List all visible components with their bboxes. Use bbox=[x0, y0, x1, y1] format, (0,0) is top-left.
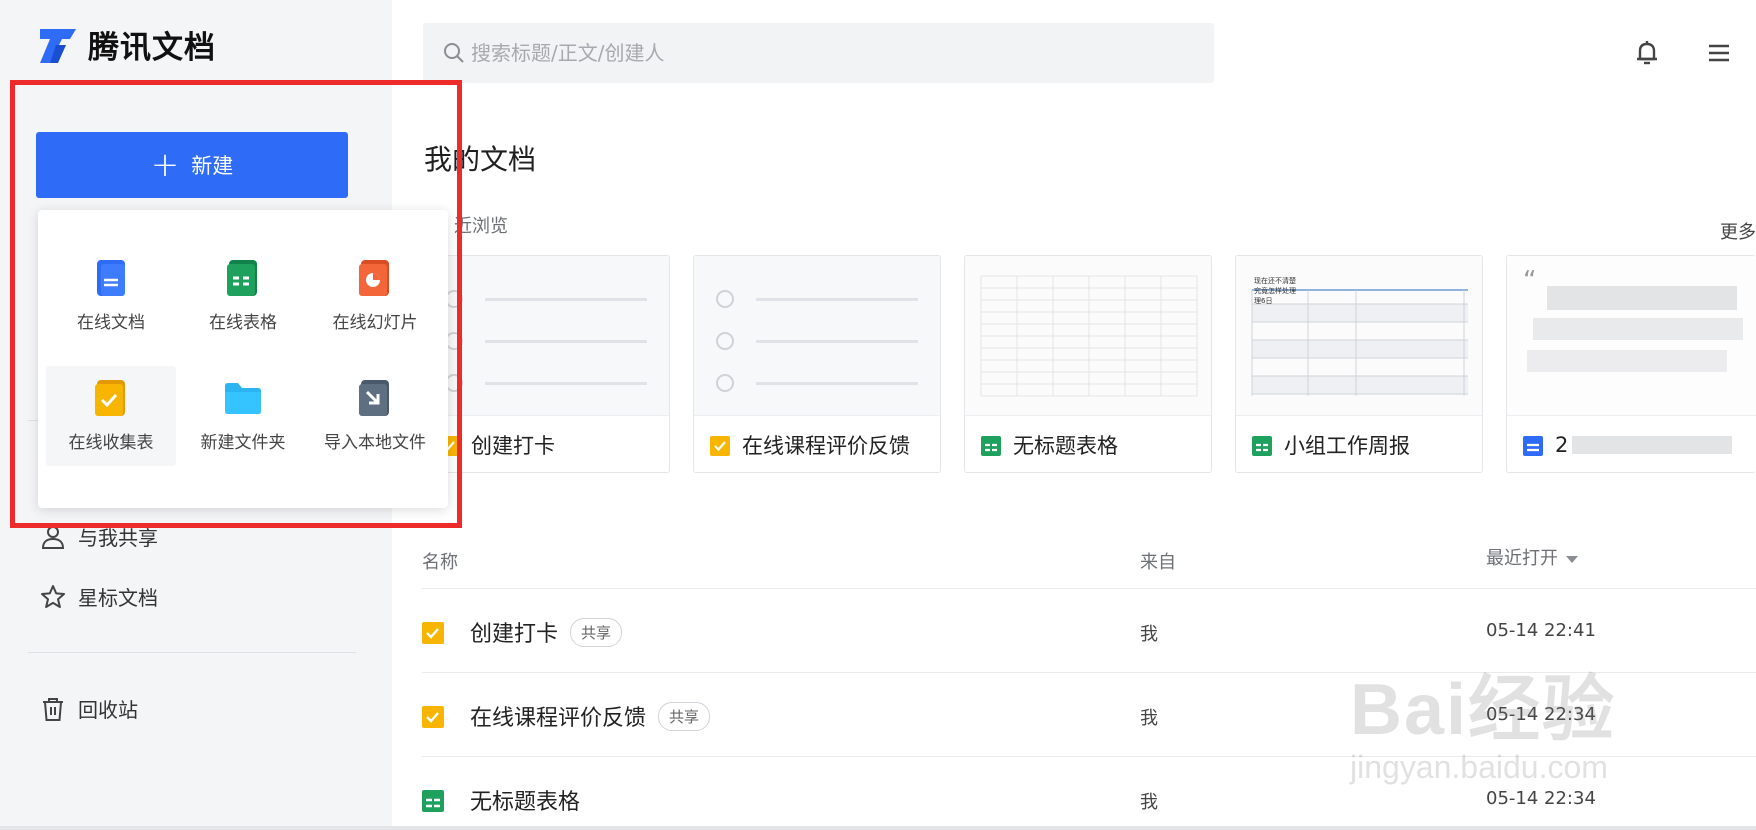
card-title: 小组工作周报 bbox=[1284, 434, 1410, 458]
recent-card[interactable]: 创建打卡 bbox=[422, 255, 670, 473]
app-name: 腾讯文档 bbox=[88, 30, 216, 66]
page-title: 我的文档 bbox=[424, 143, 537, 176]
sort-down-icon bbox=[1566, 555, 1578, 563]
tencent-docs-logo-icon bbox=[40, 28, 76, 63]
form-icon bbox=[710, 436, 730, 456]
new-online-form[interactable]: 在线收集表 bbox=[46, 366, 176, 466]
form-icon bbox=[422, 622, 444, 644]
import-icon bbox=[359, 380, 389, 416]
row-name: 在线课程评价反馈 bbox=[470, 706, 647, 731]
menu-icon[interactable] bbox=[1704, 38, 1734, 68]
sheet-icon bbox=[422, 790, 444, 812]
card-thumbnail bbox=[423, 256, 669, 416]
recent-card[interactable]: 无标题表格 bbox=[964, 255, 1212, 473]
card-thumbnail bbox=[694, 256, 940, 416]
thumb-text: 究竟怎样处理 bbox=[1254, 287, 1296, 295]
blurred-content bbox=[1527, 350, 1727, 372]
table-row[interactable]: 在线课程评价反馈 共享 我 05-14 22:34 bbox=[422, 672, 1756, 756]
row-time: 05-14 22:34 bbox=[1486, 788, 1596, 809]
new-online-doc[interactable]: 在线文档 bbox=[46, 246, 176, 346]
slides-icon bbox=[359, 260, 389, 296]
thumb-text: 理6日 bbox=[1254, 297, 1273, 305]
star-icon bbox=[41, 584, 65, 608]
new-online-sheet[interactable]: 在线表格 bbox=[178, 246, 308, 346]
card-title: 2 bbox=[1555, 433, 1569, 457]
recent-section-label: 近浏览 bbox=[454, 216, 508, 237]
sidebar-item-shared-with-me[interactable]: 与我共享 bbox=[40, 522, 158, 551]
blurred-content bbox=[1547, 286, 1737, 310]
recent-card[interactable]: “ 2 bbox=[1506, 255, 1756, 473]
bell-icon[interactable] bbox=[1632, 38, 1662, 68]
blurred-title bbox=[1572, 436, 1733, 454]
more-link[interactable]: 更多 bbox=[1720, 218, 1756, 244]
recent-card[interactable]: 现在还不清楚 究竟怎样处理 理6日 小组工作周报 bbox=[1235, 255, 1483, 473]
card-thumbnail: 现在还不清楚 究竟怎样处理 理6日 bbox=[1236, 256, 1482, 416]
doc-icon bbox=[97, 260, 125, 296]
table-row[interactable]: 创建打卡 共享 我 05-14 22:41 bbox=[422, 588, 1756, 672]
bottom-scrollbar-track bbox=[0, 826, 1756, 830]
new-button[interactable]: + 新建 bbox=[36, 132, 348, 198]
sidebar-item-starred[interactable]: 星标文档 bbox=[40, 582, 158, 611]
recent-card[interactable]: 在线课程评价反馈 bbox=[693, 255, 941, 473]
sidebar-item-label: 与我共享 bbox=[78, 526, 158, 550]
column-header-last-opened[interactable]: 最近打开 bbox=[1486, 544, 1578, 570]
trash-icon bbox=[43, 697, 63, 721]
sheet-icon bbox=[1252, 436, 1272, 456]
card-thumbnail: “ bbox=[1507, 256, 1756, 416]
thumb-text: 现在还不清楚 bbox=[1254, 277, 1296, 285]
card-title: 在线课程评价反馈 bbox=[742, 434, 910, 458]
import-local-file[interactable]: 导入本地文件 bbox=[310, 366, 440, 466]
new-menu-popover: 在线文档 在线表格 在线幻灯片 在线收集表 新建文件夹 导入本地文件 bbox=[38, 210, 448, 508]
row-time: 05-14 22:34 bbox=[1486, 704, 1596, 725]
sheet-icon bbox=[227, 260, 257, 296]
quote-mark-icon: “ bbox=[1523, 266, 1537, 296]
blurred-content bbox=[1533, 318, 1743, 340]
column-header-from: 来自 bbox=[1140, 552, 1176, 573]
sheet-icon bbox=[981, 436, 1001, 456]
search-bar[interactable] bbox=[423, 23, 1214, 83]
form-icon bbox=[95, 380, 125, 416]
doc-icon bbox=[1523, 436, 1543, 456]
app-logo[interactable]: 腾讯文档 bbox=[36, 22, 216, 67]
column-header-name: 名称 bbox=[422, 552, 458, 573]
card-thumbnail bbox=[965, 256, 1211, 416]
card-title: 无标题表格 bbox=[1013, 434, 1118, 458]
new-online-slides[interactable]: 在线幻灯片 bbox=[310, 246, 440, 346]
folder-icon bbox=[225, 383, 261, 414]
row-time: 05-14 22:41 bbox=[1486, 620, 1596, 641]
search-icon bbox=[444, 43, 464, 63]
row-from: 我 bbox=[1140, 792, 1158, 813]
new-button-label: 新建 bbox=[191, 154, 234, 178]
search-input[interactable] bbox=[471, 41, 1171, 65]
form-icon bbox=[422, 706, 444, 728]
sidebar-item-trash[interactable]: 回收站 bbox=[40, 694, 138, 723]
shared-badge: 共享 bbox=[658, 701, 711, 731]
sidebar-item-label: 星标文档 bbox=[78, 586, 158, 610]
shared-badge: 共享 bbox=[570, 617, 623, 647]
row-from: 我 bbox=[1140, 708, 1158, 729]
plus-icon: + bbox=[150, 145, 180, 185]
row-name: 无标题表格 bbox=[470, 790, 581, 815]
sidebar-item-label: 回收站 bbox=[78, 698, 138, 722]
row-name: 创建打卡 bbox=[470, 622, 559, 647]
table-row[interactable]: 无标题表格 我 05-14 22:34 bbox=[422, 756, 1756, 830]
sheet-grid-thumbnail bbox=[980, 275, 1198, 397]
person-icon bbox=[41, 525, 65, 549]
new-folder[interactable]: 新建文件夹 bbox=[178, 366, 308, 466]
card-title: 创建打卡 bbox=[471, 434, 555, 458]
row-from: 我 bbox=[1140, 624, 1158, 645]
sidebar-divider bbox=[28, 652, 356, 653]
